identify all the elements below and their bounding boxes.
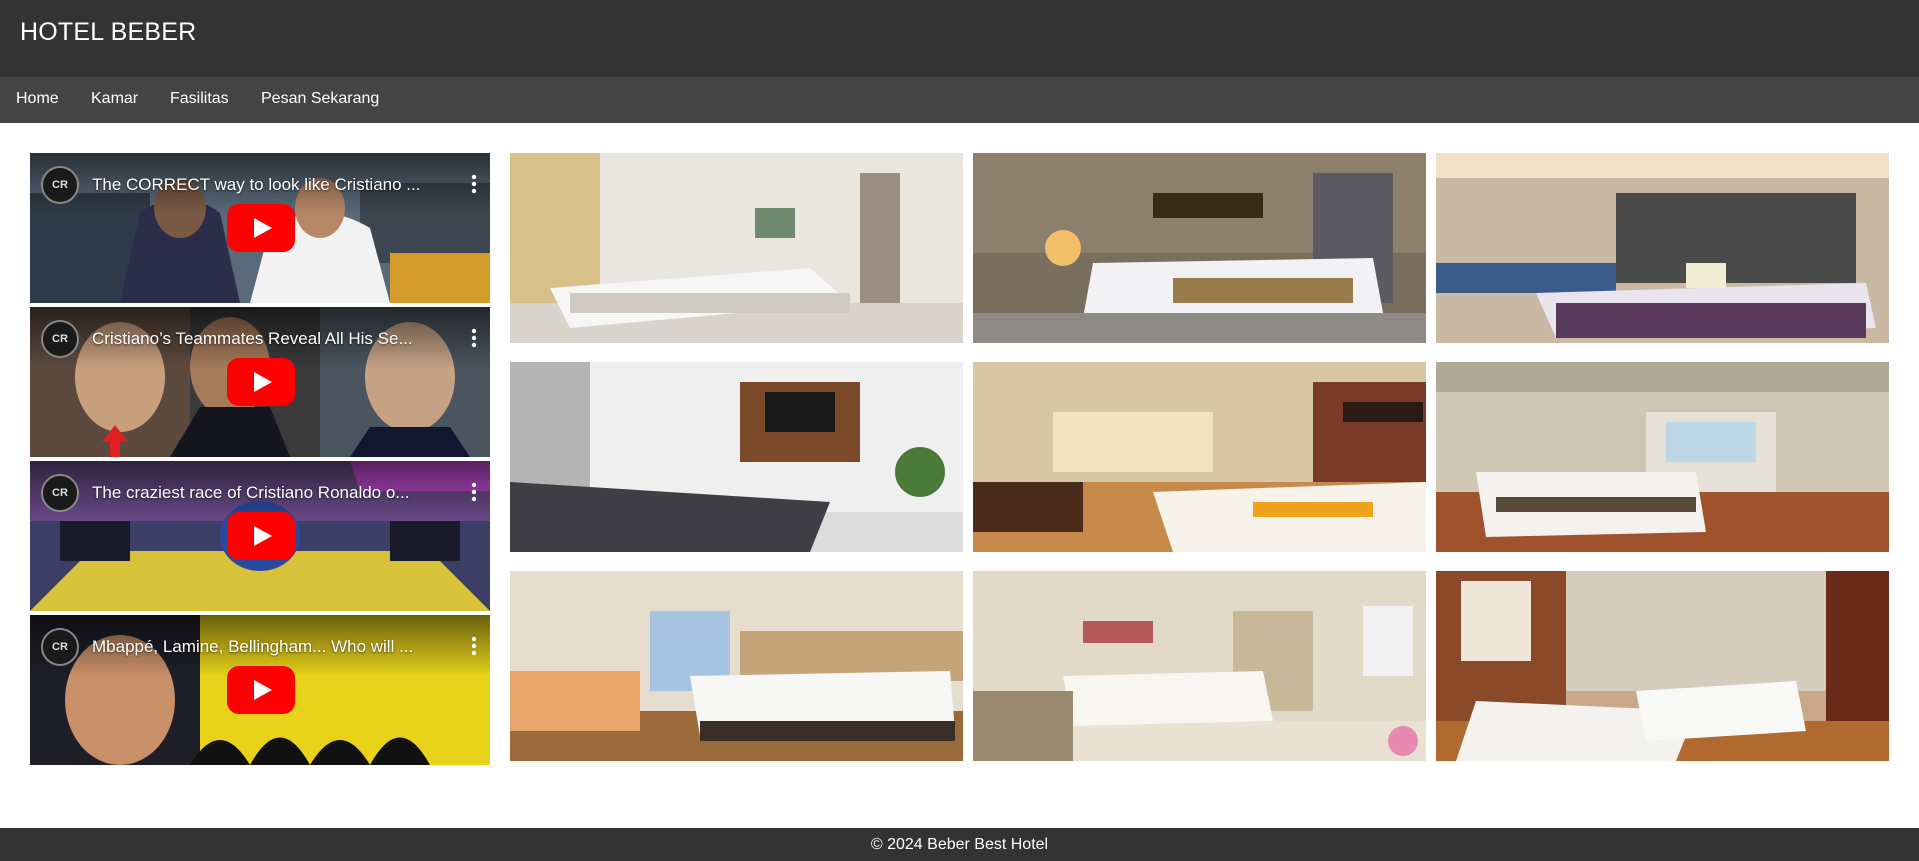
nav-pesan-sekarang[interactable]: Pesan Sekarang [261, 90, 379, 108]
video-embed-4[interactable]: CR Mbappé, Lamine, Bellingham... Who wil… [30, 615, 490, 765]
video-embed-1[interactable]: CR The CORRECT way to look like Cristian… [30, 153, 490, 303]
site-footer: © 2024 Beber Best Hotel [0, 828, 1919, 861]
room-photo-5 [973, 362, 1426, 552]
video-title[interactable]: Cristiano’s Teammates Reveal All His Se.… [92, 329, 462, 349]
video-embed-3[interactable]: CR The craziest race of Cristiano Ronald… [30, 461, 490, 611]
site-title: HOTEL BEBER [20, 18, 197, 46]
play-button-icon[interactable] [227, 358, 295, 406]
room-photo-2 [973, 153, 1426, 343]
channel-avatar: CR [41, 320, 79, 358]
video-list: CR The CORRECT way to look like Cristian… [30, 153, 490, 769]
more-options-icon[interactable] [468, 173, 480, 195]
room-photo-3 [1436, 153, 1889, 343]
more-options-icon[interactable] [468, 635, 480, 657]
nav-home[interactable]: Home [16, 90, 59, 108]
video-title[interactable]: The CORRECT way to look like Cristiano .… [92, 175, 462, 195]
play-button-icon[interactable] [227, 204, 295, 252]
main-nav: Home Kamar Fasilitas Pesan Sekarang [0, 77, 1919, 123]
room-photo-4 [510, 362, 963, 552]
video-title[interactable]: The craziest race of Cristiano Ronaldo o… [92, 483, 462, 503]
site-header: HOTEL BEBER [0, 0, 1919, 77]
room-photo-9 [1436, 571, 1889, 761]
play-button-icon[interactable] [227, 666, 295, 714]
nav-fasilitas[interactable]: Fasilitas [170, 90, 229, 108]
play-button-icon[interactable] [227, 512, 295, 560]
room-photo-1 [510, 153, 963, 343]
channel-avatar: CR [41, 628, 79, 666]
room-photo-7 [510, 571, 963, 761]
more-options-icon[interactable] [468, 327, 480, 349]
channel-avatar: CR [41, 474, 79, 512]
video-embed-2[interactable]: CR Cristiano’s Teammates Reveal All His … [30, 307, 490, 457]
channel-avatar: CR [41, 166, 79, 204]
nav-kamar[interactable]: Kamar [91, 90, 138, 108]
more-options-icon[interactable] [468, 481, 480, 503]
copyright-text: © 2024 Beber Best Hotel [870, 836, 1049, 853]
room-photo-8 [973, 571, 1426, 761]
room-photo-6 [1436, 362, 1889, 552]
video-title[interactable]: Mbappé, Lamine, Bellingham... Who will .… [92, 637, 462, 657]
